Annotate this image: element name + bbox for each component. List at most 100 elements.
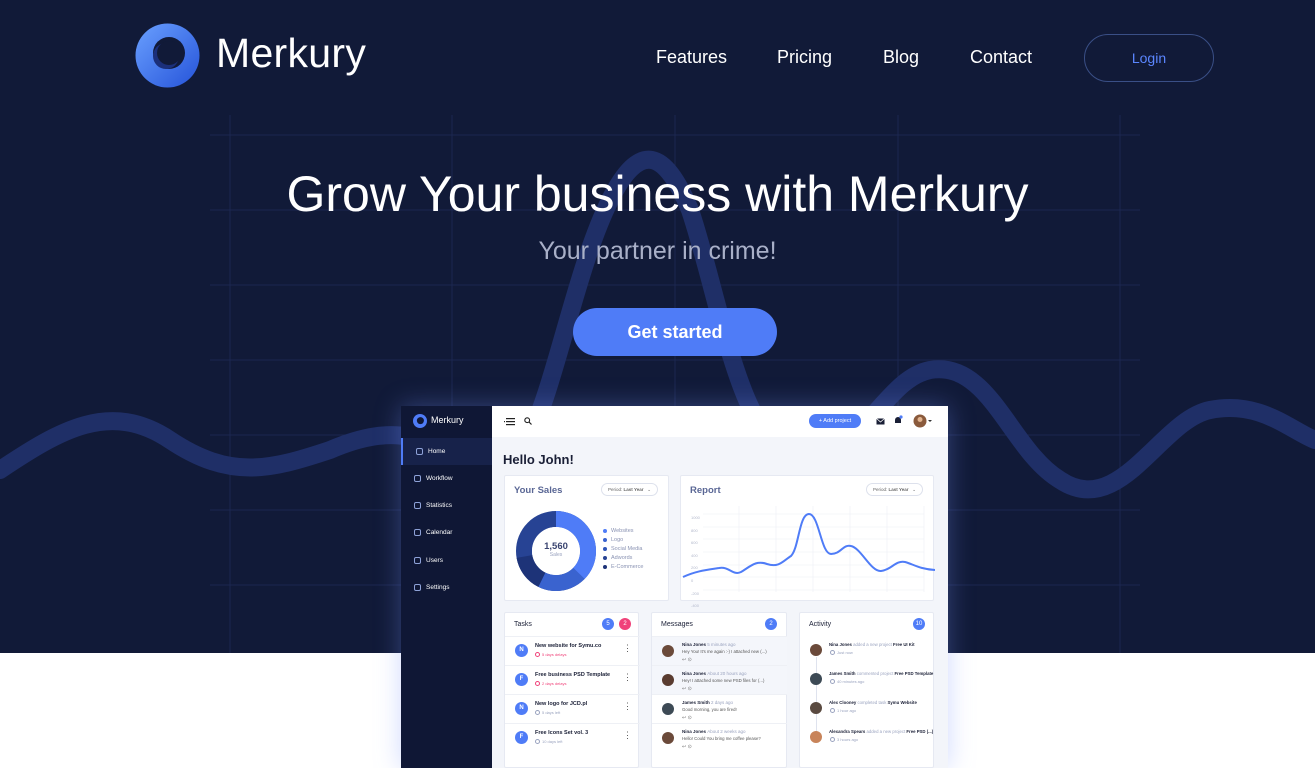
clock-icon bbox=[830, 679, 835, 684]
users-icon bbox=[414, 557, 421, 564]
activity-time: Just now bbox=[837, 650, 853, 655]
task-initial: N bbox=[515, 702, 528, 715]
avatar bbox=[810, 644, 822, 656]
more-options-icon: ⋮ bbox=[623, 730, 632, 740]
activity-action: commented project bbox=[856, 671, 894, 676]
activity-time: 1 hour ago bbox=[837, 708, 857, 713]
activity-target: Symu Website bbox=[887, 700, 917, 705]
message-time: About 20 hours ago bbox=[707, 671, 747, 676]
nav-link-features[interactable]: Features bbox=[656, 47, 727, 68]
activity-target: Free PSD (...) bbox=[906, 729, 934, 734]
legend-item: Websites bbox=[603, 528, 634, 534]
more-options-icon: ⋮ bbox=[623, 701, 632, 711]
sales-period-select: Period: Last Year ⌄ bbox=[601, 483, 658, 496]
nav-link-contact[interactable]: Contact bbox=[970, 47, 1032, 68]
hero-title: Grow Your business with Merkury bbox=[286, 166, 1029, 222]
more-options-icon: ⋮ bbox=[623, 643, 632, 653]
user-avatar-icon bbox=[913, 414, 932, 428]
sales-card-title: Your Sales bbox=[514, 485, 563, 496]
sidebar-item-label: Calendar bbox=[426, 529, 453, 536]
reply-icon: ↩ ⊙ bbox=[682, 715, 692, 721]
reply-icon: ↩ ⊙ bbox=[682, 686, 692, 692]
task-initial: N bbox=[515, 644, 528, 657]
chevron-down-icon: ⌄ bbox=[647, 487, 651, 492]
report-line-chart bbox=[682, 506, 935, 592]
message-sender: James Smith 2 days ago bbox=[682, 700, 733, 705]
legend-item: E-Commerce bbox=[603, 564, 643, 570]
activity-text: Nina Jones added a new project Free UI K… bbox=[829, 642, 915, 647]
activity-row: Alex Clooney completed task Symu Website… bbox=[800, 694, 935, 723]
get-started-button[interactable]: Get started bbox=[573, 308, 777, 356]
activity-time: 40 minutes ago bbox=[837, 679, 865, 684]
hero-subtitle: Your partner in crime! bbox=[538, 237, 777, 265]
sidebar-item-users: Users bbox=[401, 547, 492, 574]
sender-name: Nina Jones bbox=[682, 671, 707, 676]
sales-total: 1,560 bbox=[544, 541, 568, 552]
avatar bbox=[810, 731, 822, 743]
tasks-badge-pink: 2 bbox=[619, 618, 631, 630]
brand-name[interactable]: Merkury bbox=[216, 30, 366, 77]
messages-card-title: Messages bbox=[661, 621, 693, 628]
task-status: 5 days left bbox=[542, 710, 561, 715]
clock-icon bbox=[535, 739, 540, 744]
sidebar-item-label: Statistics bbox=[426, 502, 453, 509]
sidebar-item-statistics: Statistics bbox=[401, 492, 492, 519]
period-label: Period: bbox=[608, 487, 623, 492]
task-status: 2 days delays bbox=[542, 681, 567, 686]
sidebar-item-label: Users bbox=[426, 557, 443, 564]
avatar bbox=[662, 645, 674, 657]
sender-name: Nina Jones bbox=[682, 642, 707, 647]
activity-target: Free PSD Template bbox=[894, 671, 934, 676]
sender-name: Nina Jones bbox=[682, 729, 707, 734]
legend-item: Adwords bbox=[603, 555, 632, 561]
avatar bbox=[662, 674, 674, 686]
activity-row: Alexandra Spears added a new project Fre… bbox=[800, 723, 935, 752]
menu-icon bbox=[504, 418, 515, 426]
merkury-logo-icon[interactable] bbox=[135, 23, 200, 88]
legend-dot bbox=[603, 538, 607, 542]
dashboard-topbar: + Add project bbox=[492, 406, 948, 437]
task-title: Free Icons Set vol. 3 bbox=[535, 730, 589, 736]
messages-card: Messages 2 Nina Jones 5 minutes ago Hey … bbox=[651, 612, 787, 768]
legend-label: Websites bbox=[611, 528, 634, 534]
y-tick: -400 bbox=[691, 603, 700, 609]
activity-action: completed task bbox=[857, 700, 887, 705]
legend-dot bbox=[603, 529, 607, 533]
task-status: 5 days delays bbox=[542, 652, 567, 657]
settings-icon bbox=[414, 584, 421, 591]
report-card: Report Period: Last Year ⌄ 1000 800 600 … bbox=[680, 475, 935, 608]
task-title: New logo for JCD.pl bbox=[535, 701, 588, 707]
sidebar-item-label: Workflow bbox=[426, 475, 453, 482]
login-button[interactable]: Login bbox=[1084, 34, 1214, 82]
clock-icon bbox=[830, 737, 835, 742]
message-text: Hey! I attached some new PSD files for (… bbox=[682, 678, 765, 683]
message-sender: Nina Jones About 20 hours ago bbox=[682, 671, 747, 676]
message-row: Nina Jones About 2 weeks ago Hello! Coul… bbox=[652, 723, 787, 752]
message-row: Nina Jones 5 minutes ago Hey You! It's m… bbox=[652, 636, 787, 665]
task-row: F Free business PSD Template 2 days dela… bbox=[505, 665, 640, 694]
activity-text: Alexandra Spears added a new project Fre… bbox=[829, 729, 933, 734]
home-icon bbox=[416, 448, 423, 455]
task-title: Free business PSD Template bbox=[535, 672, 611, 678]
task-initial: F bbox=[515, 673, 528, 686]
activity-badge: 10 bbox=[913, 618, 925, 630]
calendar-icon bbox=[414, 529, 421, 536]
message-text: Hey You! It's me again :-) I attached ne… bbox=[682, 649, 767, 654]
activity-time: 3 hours ago bbox=[837, 737, 859, 742]
activity-card-title: Activity bbox=[809, 621, 832, 628]
dashboard-logo-icon bbox=[413, 414, 427, 428]
message-sender: Nina Jones 5 minutes ago bbox=[682, 642, 736, 647]
avatar bbox=[662, 703, 674, 715]
sidebar-item-calendar: Calendar bbox=[401, 519, 492, 546]
reply-icon: ↩ ⊙ bbox=[682, 744, 692, 750]
task-row: N New logo for JCD.pl 5 days left ⋮ bbox=[505, 694, 640, 723]
activity-text: Alex Clooney completed task Symu Website bbox=[829, 700, 917, 705]
nav-link-pricing[interactable]: Pricing bbox=[777, 47, 832, 68]
tasks-badge-blue: 5 bbox=[602, 618, 614, 630]
activity-row: Nina Jones added a new project Free UI K… bbox=[800, 636, 935, 665]
sidebar-item-home: Home bbox=[401, 438, 492, 465]
nav-link-blog[interactable]: Blog bbox=[883, 47, 919, 68]
task-status: 10 days left bbox=[542, 739, 563, 744]
message-row: James Smith 2 days ago Good morning, you… bbox=[652, 694, 787, 723]
activity-user: Alex Clooney bbox=[829, 700, 857, 705]
